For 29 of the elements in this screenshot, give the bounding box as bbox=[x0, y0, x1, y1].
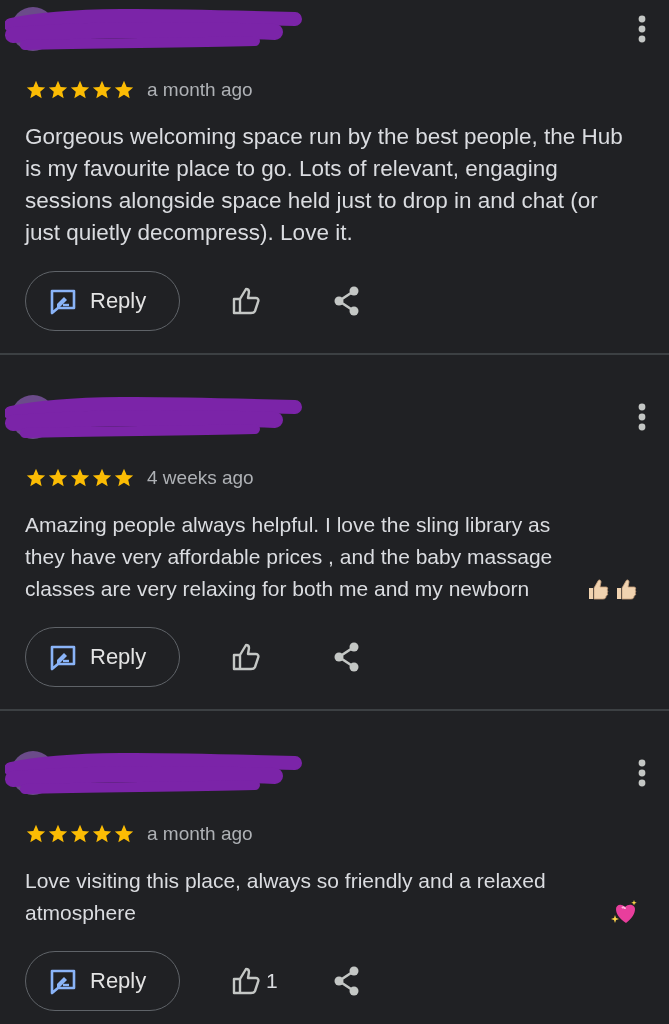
star-icon bbox=[113, 467, 135, 489]
review-text: Amazing people always helpful. I love the sling library as they have very affordable prices , and the baby massage classes are very relaxing for both me and my newborn bbox=[25, 512, 554, 602]
thumbs-up-icon[interactable] bbox=[230, 285, 262, 317]
star-icon bbox=[25, 823, 47, 845]
star-icon bbox=[47, 823, 69, 845]
more-options-icon[interactable] bbox=[637, 402, 647, 432]
star-icon bbox=[47, 467, 69, 489]
star-icon bbox=[69, 823, 91, 845]
sparkling-heart-emoji-icon bbox=[611, 898, 639, 926]
star-icon bbox=[69, 467, 91, 489]
review-text: Gorgeous welcoming space run by the best people, the Hub is my favourite place to go. Lots of relevant, engaging sessions alongside space held just to drop in and chat (or just quietly decompress). Love it. bbox=[25, 124, 623, 245]
star-icon bbox=[47, 79, 69, 101]
review-time: a month ago bbox=[147, 79, 253, 101]
thumbs-up-icon[interactable] bbox=[230, 965, 262, 997]
star-icon bbox=[113, 823, 135, 845]
star-icon bbox=[113, 79, 135, 101]
review-time: 4 weeks ago bbox=[147, 467, 254, 489]
star-icon bbox=[91, 467, 113, 489]
thumbs-up-icon[interactable] bbox=[230, 641, 262, 673]
review-text: Love visiting this place, always so friendly and a relaxed atmosphere bbox=[25, 868, 547, 926]
star-icon bbox=[69, 79, 91, 101]
review-time: a month ago bbox=[147, 823, 253, 845]
like-count: 1 bbox=[266, 969, 278, 993]
more-options-icon[interactable] bbox=[637, 758, 647, 788]
more-options-icon[interactable] bbox=[637, 14, 647, 44]
star-icon bbox=[91, 79, 113, 101]
star-icon bbox=[91, 823, 113, 845]
star-icon bbox=[25, 467, 47, 489]
star-icon bbox=[25, 79, 47, 101]
